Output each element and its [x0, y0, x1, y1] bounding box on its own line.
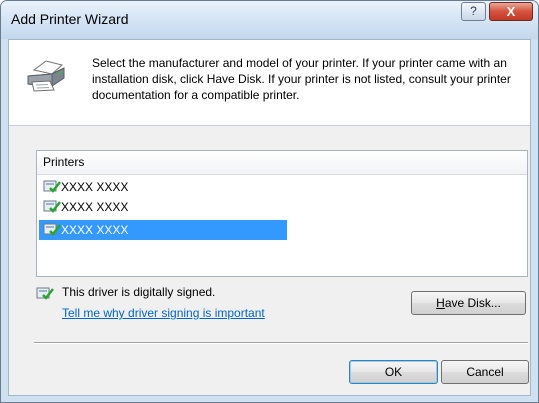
- window-title: Add Printer Wizard: [11, 11, 129, 27]
- signed-driver-icon: [43, 180, 61, 193]
- have-disk-label: ave Disk...: [444, 296, 501, 310]
- close-button[interactable]: X: [489, 2, 533, 21]
- list-item-selected[interactable]: XXXX XXXX: [39, 220, 287, 240]
- add-printer-wizard-window: Add Printer Wizard ? X Select the manufa…: [0, 0, 539, 403]
- have-disk-mnemonic: H: [436, 296, 445, 310]
- list-item-label: XXXX XXXX: [61, 200, 129, 214]
- printer-icon: [27, 60, 65, 92]
- wizard-header: Select the manufacturer and model of you…: [9, 40, 530, 126]
- list-item-label: XXXX XXXX: [61, 223, 129, 237]
- wizard-body: Select the manufacturer and model of you…: [8, 39, 531, 396]
- list-item[interactable]: XXXX XXXX: [39, 197, 128, 217]
- driver-signed-status: This driver is digitally signed.: [62, 285, 216, 299]
- separator-line: [34, 342, 528, 344]
- signed-driver-icon: [36, 287, 54, 300]
- instruction-text: Select the manufacturer and model of you…: [92, 56, 511, 102]
- have-disk-button[interactable]: Have Disk...: [411, 291, 526, 315]
- driver-signing-link[interactable]: Tell me why driver signing is important: [62, 306, 265, 320]
- cancel-button[interactable]: Cancel: [441, 360, 529, 384]
- signed-driver-icon: [43, 223, 61, 236]
- list-item-label: XXXX XXXX: [61, 180, 129, 194]
- ok-button[interactable]: OK: [349, 360, 438, 384]
- printers-listbox[interactable]: Printers XXXX XXXX XXXX XXXX XXXX XXXX: [36, 150, 528, 277]
- help-button[interactable]: ?: [461, 2, 486, 21]
- signed-driver-icon: [43, 200, 61, 213]
- printers-column-header[interactable]: Printers: [37, 151, 527, 175]
- list-item[interactable]: XXXX XXXX: [39, 177, 128, 197]
- title-bar[interactable]: Add Printer Wizard ? X: [1, 1, 538, 39]
